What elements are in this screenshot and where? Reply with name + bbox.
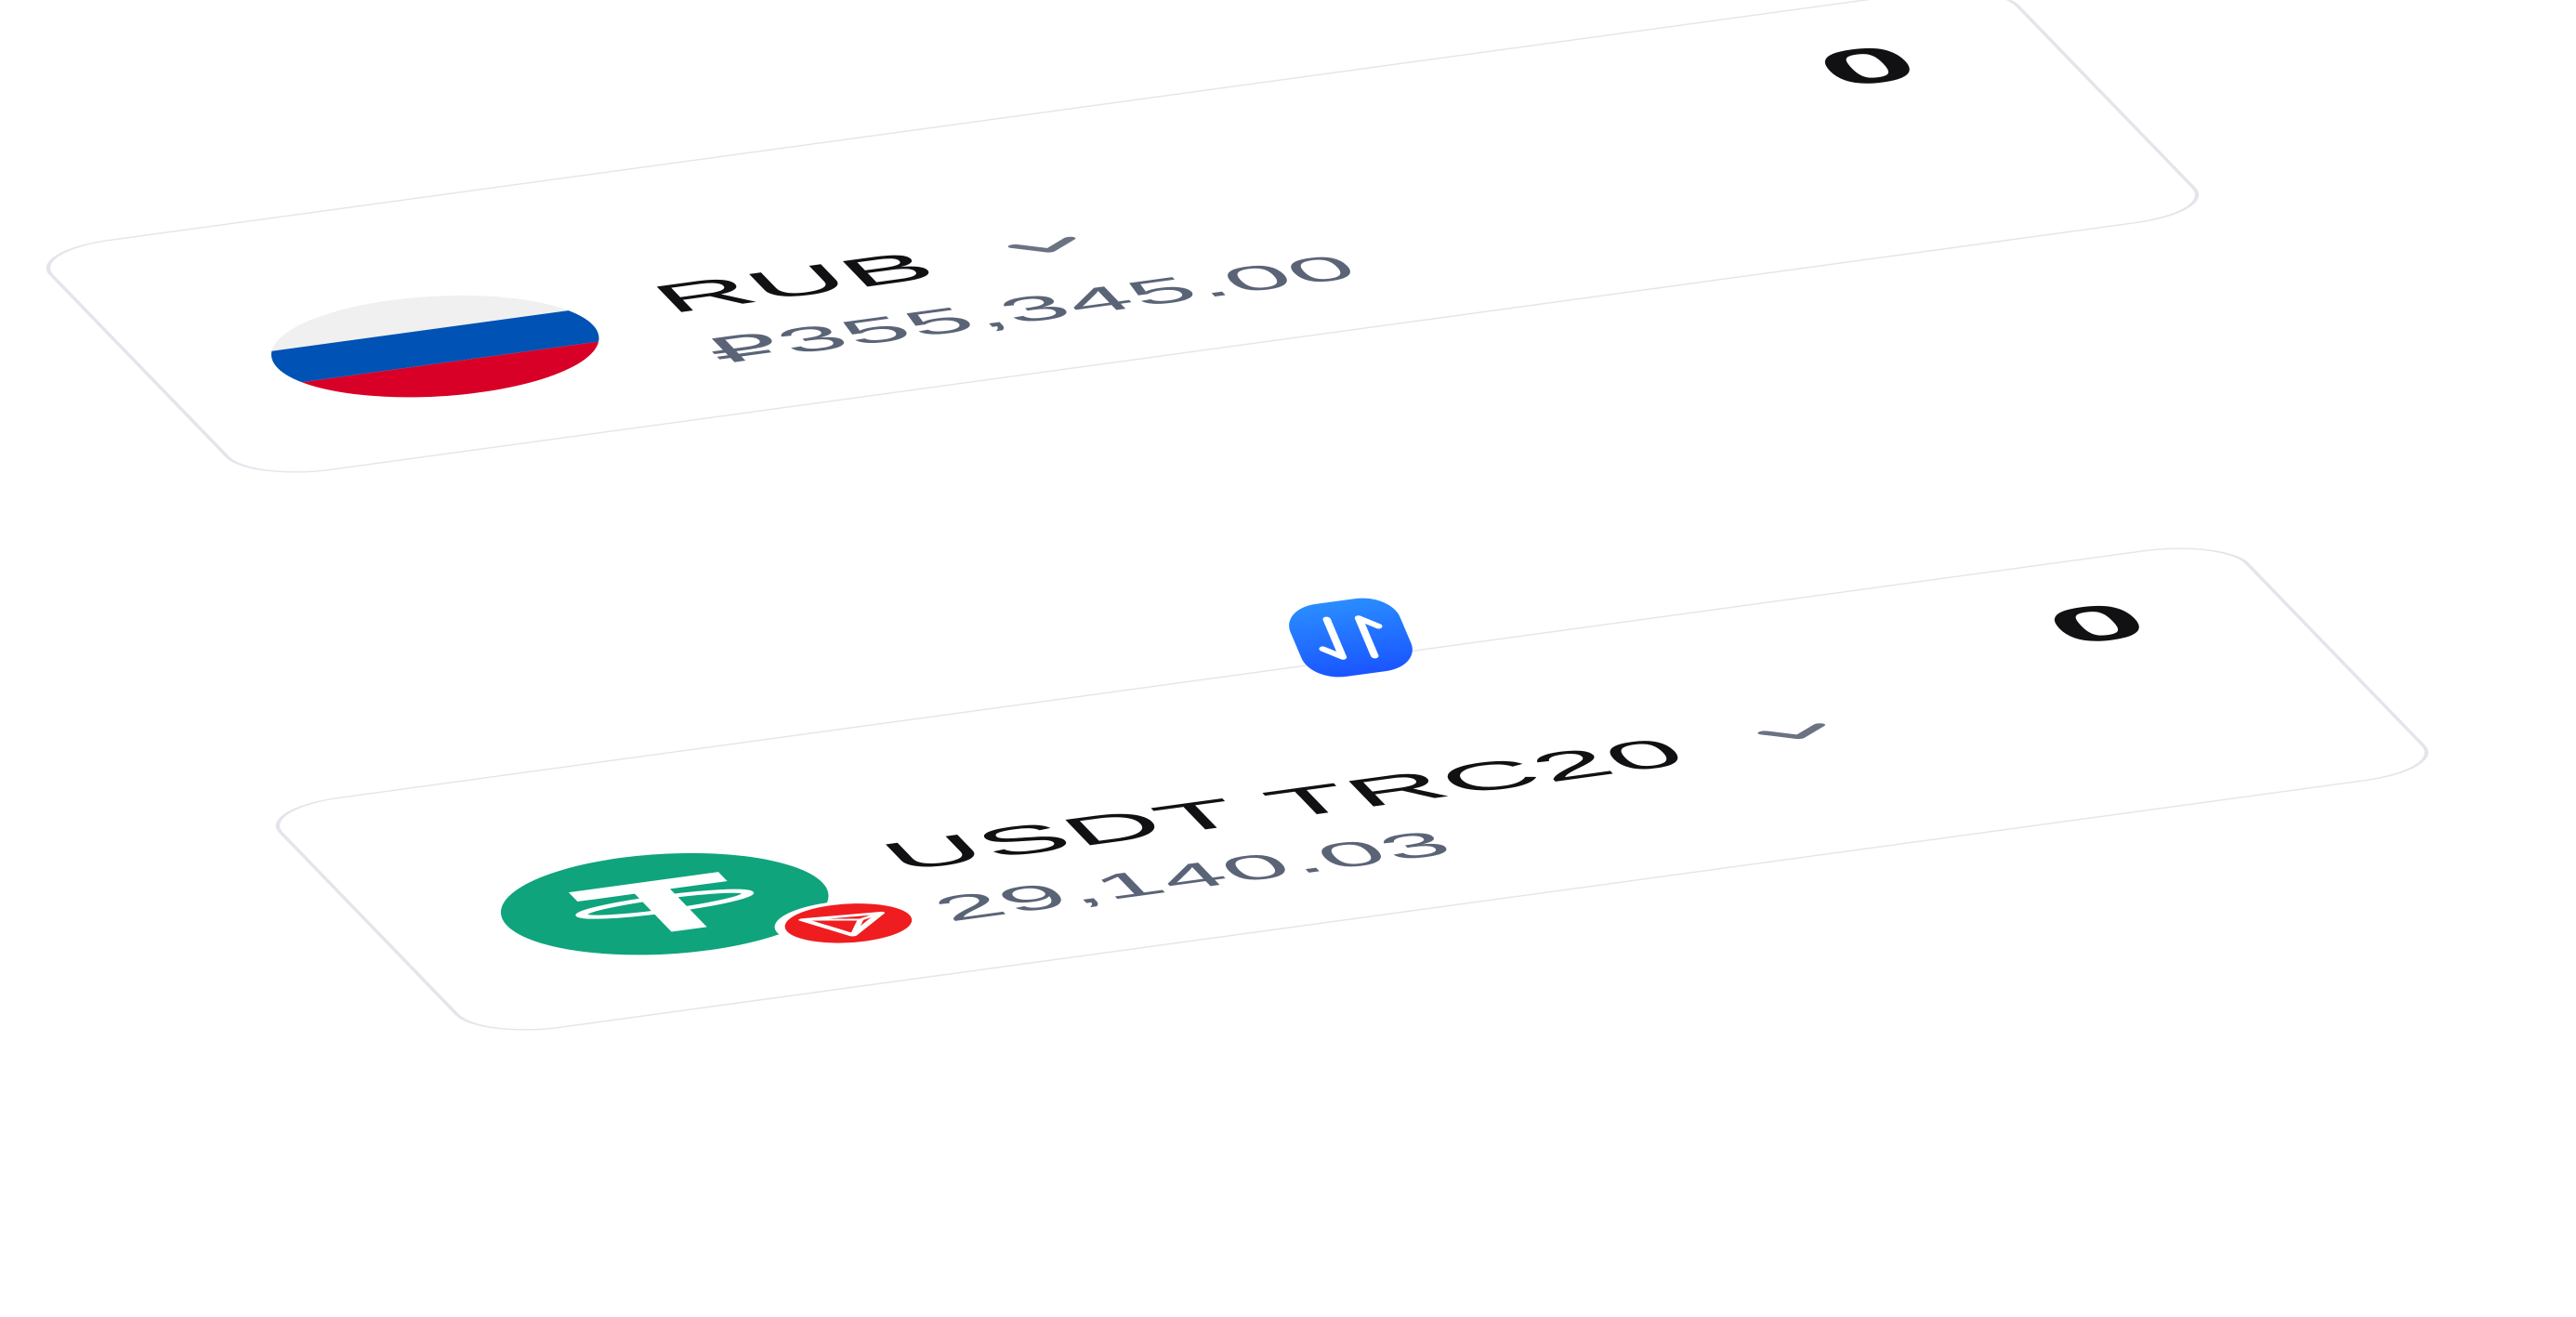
exchange-widget: RUB ₽355,345.00 0 USDT TRC20 29,140.03 0 xyxy=(0,0,2576,1317)
amount-input[interactable]: 0 xyxy=(2028,591,2167,656)
russia-flag-icon xyxy=(232,278,637,415)
amount-input[interactable]: 0 xyxy=(1798,33,1938,99)
chevron-down-icon xyxy=(1757,723,1826,740)
from-currency-card[interactable]: RUB ₽355,345.00 0 xyxy=(26,0,2219,481)
chevron-down-icon xyxy=(1007,236,1076,253)
tether-icon xyxy=(462,836,940,972)
